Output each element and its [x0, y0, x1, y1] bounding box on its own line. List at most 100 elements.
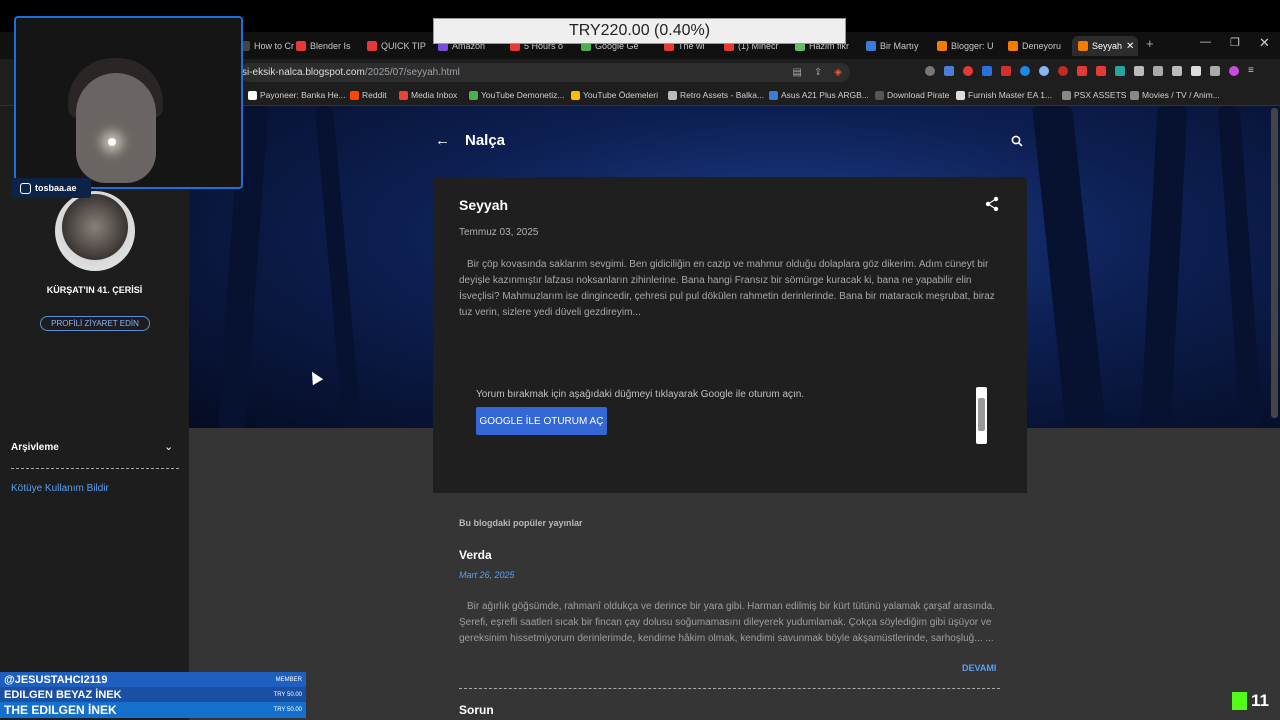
maximize-icon[interactable]: ❐ [1230, 36, 1240, 49]
bookmark-item[interactable]: Media Inbox [399, 90, 457, 100]
bookmark-icon [1130, 90, 1139, 100]
post-body: Bir çöp kovasında saklarım sevgimi. Ben … [459, 259, 995, 318]
bookmark-label: Download Pirate [887, 90, 950, 100]
bookmark-item[interactable]: PSX ASSETS [1062, 90, 1126, 100]
sidebar-toggle-icon[interactable] [1191, 66, 1201, 76]
media-icon[interactable] [1172, 66, 1182, 76]
alert-name: EDILGEN BEYAZ İNEK [4, 689, 122, 701]
extension-icon[interactable] [1077, 66, 1087, 76]
bookmark-item[interactable]: Payoneer: Banka He... [248, 90, 346, 100]
bookmark-item[interactable]: Asus A21 Plus ARGB... [769, 90, 869, 100]
tab-favicon-icon [866, 41, 876, 51]
stream-alert-row: THE EDILGEN İNEK TRY 50.00 [0, 702, 306, 718]
browser-tab[interactable]: Blender Is [296, 36, 360, 56]
extension-icon[interactable] [1096, 66, 1106, 76]
extension-icon[interactable] [1115, 66, 1125, 76]
visit-profile-button[interactable]: PROFİLİ ZİYARET EDİN [40, 316, 150, 331]
read-more-link[interactable]: DEVAMI [962, 663, 996, 673]
tab-active[interactable]: Seyyah ✕ [1072, 36, 1138, 56]
stream-alert-row: @JESUSTAHCI2119 MEMBER [0, 672, 306, 688]
instagram-icon [20, 182, 31, 194]
bookmark-icon [1062, 90, 1071, 100]
comment-scrollbar[interactable] [976, 387, 987, 444]
extension-icon[interactable] [1039, 66, 1049, 76]
tab-favicon-icon [296, 41, 306, 51]
archive-heading[interactable]: Arşivleme [11, 442, 59, 453]
bookmark-icon [668, 90, 677, 100]
viewer-count: 11 [1251, 691, 1269, 710]
stream-alert-row: EDILGEN BEYAZ İNEK TRY 50.00 [0, 687, 306, 703]
wallet-icon[interactable] [1210, 66, 1220, 76]
profile-icon[interactable] [1229, 66, 1239, 76]
page-scrollbar[interactable] [1271, 108, 1278, 418]
bookmark-icon [956, 90, 965, 100]
instagram-handle: tosbaa.ae [12, 178, 91, 198]
tab-favicon-icon [367, 41, 377, 51]
brave-shield-icon[interactable]: ◈ [834, 67, 842, 78]
reader-icon[interactable]: ▤ [792, 67, 801, 78]
bookmark-label: PSX ASSETS [1074, 90, 1127, 100]
bookmark-label: YouTube Demonetiz... [481, 90, 565, 100]
extension-icon[interactable] [1001, 66, 1011, 76]
tab-label: Bir Martıy [880, 41, 919, 51]
browser-tab[interactable]: How to Cr [240, 36, 304, 56]
tab-label: Blogger: U [951, 41, 994, 51]
bookmark-item[interactable]: YouTube Demonetiz... [469, 90, 564, 100]
tab-label: QUICK TIP [381, 41, 426, 51]
tab-label: Deneyoru [1022, 41, 1062, 51]
bookmark-label: Media Inbox [411, 90, 458, 100]
report-abuse-link[interactable]: Kötüye Kullanım Bildir [11, 483, 109, 494]
share-icon[interactable]: ⇪ [814, 67, 822, 78]
bookmark-item[interactable]: Retro Assets - Balka... [668, 90, 764, 100]
bookmark-item[interactable]: Furnish Master EA 1... [956, 90, 1052, 100]
bookmark-label: Retro Assets - Balka... [680, 90, 765, 100]
search-icon[interactable] [1011, 134, 1023, 147]
address-bar[interactable]: si-eksik-nalca.blogspot.com/2025/07/seyy… [240, 63, 850, 82]
bookmark-item[interactable]: Movies / TV / Anim... [1130, 90, 1220, 100]
extension-icon[interactable] [1058, 66, 1068, 76]
alert-name: THE EDILGEN İNEK [4, 703, 117, 717]
alert-tag: MEMBER [275, 677, 302, 683]
divider [459, 688, 1000, 689]
browser-tab[interactable]: QUICK TIP [367, 36, 431, 56]
popular-post-title[interactable]: Verda [459, 548, 492, 562]
back-arrow-icon[interactable]: ← [435, 132, 450, 149]
bookmark-icon [571, 90, 580, 100]
popular-post-date[interactable]: Mart 26, 2025 [459, 570, 515, 580]
extension-icon[interactable] [963, 66, 973, 76]
bookmark-label: Furnish Master EA 1... [968, 90, 1053, 100]
menu-icon[interactable]: ≡ [1248, 66, 1258, 76]
blog-title[interactable]: Nalça [465, 132, 505, 149]
bookmark-label: Payoneer: Banka He... [260, 90, 346, 100]
browser-tab[interactable]: Blogger: U [937, 36, 1001, 56]
blogger-icon [1078, 41, 1088, 51]
extension-icon[interactable] [944, 66, 954, 76]
extension-icon[interactable] [982, 66, 992, 76]
minimize-icon[interactable]: — [1200, 36, 1211, 48]
browser-tab[interactable]: Deneyoru [1008, 36, 1072, 56]
bookmark-item[interactable]: Download Pirate [875, 90, 949, 100]
kick-viewer-count: 11 [1232, 690, 1276, 712]
new-tab-icon[interactable]: + [1146, 36, 1154, 51]
popular-post-title[interactable]: Sorun [459, 703, 494, 717]
share-icon[interactable] [985, 196, 999, 212]
google-sign-in-button[interactable]: GOOGLE İLE OTURUM AÇ [476, 407, 607, 435]
donation-ticker: TRY220.00 (0.40%) [433, 18, 846, 44]
bookmark-icon [350, 90, 359, 100]
extension-icon[interactable] [1153, 66, 1163, 76]
extension-icon[interactable] [925, 66, 935, 76]
alert-tag: TRY 50.00 [273, 692, 302, 698]
bookmark-item[interactable]: YouTube Ödemeleri [571, 90, 658, 100]
popular-heading: Bu blogdaki popüler yayınlar [459, 518, 583, 528]
extension-icon[interactable] [1020, 66, 1030, 76]
browser-tab[interactable]: Bir Martıy [866, 36, 930, 56]
chevron-down-icon[interactable]: ⌄ [164, 440, 173, 453]
bookmark-icon [248, 90, 257, 100]
bookmark-label: YouTube Ödemeleri [583, 90, 658, 100]
extensions-puzzle-icon[interactable] [1134, 66, 1144, 76]
bookmark-icon [469, 90, 478, 100]
close-tab-icon[interactable]: ✕ [1126, 41, 1134, 52]
close-window-icon[interactable]: ✕ [1259, 35, 1270, 51]
bookmark-item[interactable]: Reddit [350, 90, 387, 100]
kick-logo-icon [1232, 692, 1247, 710]
